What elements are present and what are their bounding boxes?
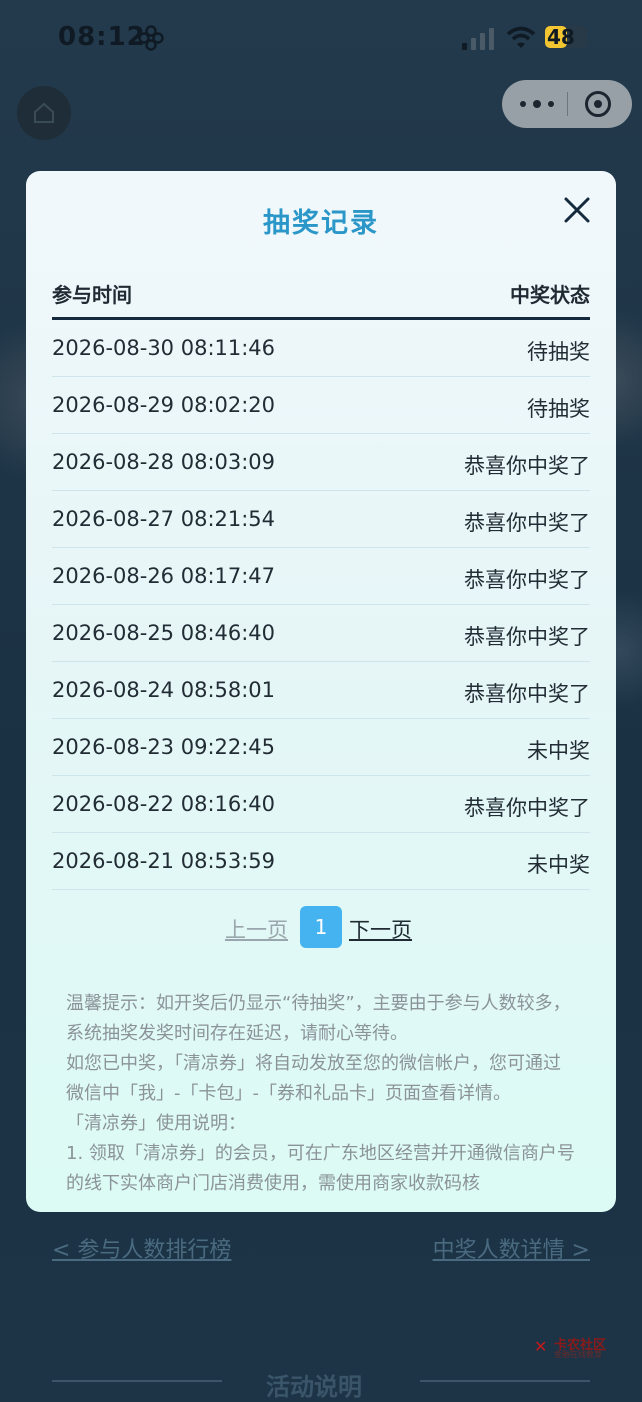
divider-left	[52, 1380, 222, 1382]
signal-icon	[462, 28, 494, 50]
next-page-button[interactable]: 下一页	[349, 914, 412, 944]
row-status: 恭喜你中奖了	[464, 511, 590, 535]
row-status: 恭喜你中奖了	[464, 625, 590, 649]
record-list: 2026-08-30 08:11:46 待抽奖 2026-08-29 08:02:…	[52, 320, 590, 890]
tip-paragraph: 1. 领取「清凉券」的会员，可在广东地区经营并开通微信商户号的线下实体商户门店消…	[66, 1143, 575, 1194]
table-row: 2026-08-23 09:22:45 未中奖	[52, 719, 590, 776]
battery-level: 48	[547, 25, 575, 49]
row-time: 2026-08-24 08:58:01	[52, 678, 276, 702]
row-status: 恭喜你中奖了	[464, 682, 590, 706]
home-icon	[34, 102, 54, 123]
row-status: 恭喜你中奖了	[464, 568, 590, 592]
row-time: 2026-08-29 08:02:20	[52, 393, 276, 417]
winners-detail-link[interactable]: 中奖人数详情 >	[433, 1232, 590, 1264]
wifi-icon	[506, 26, 536, 48]
home-button[interactable]	[17, 86, 71, 140]
row-time: 2026-08-23 09:22:45	[52, 735, 276, 759]
column-header-status: 中奖状态	[510, 283, 590, 307]
row-time: 2026-08-28 08:03:09	[52, 450, 276, 474]
row-status: 待抽奖	[527, 340, 590, 364]
row-time: 2026-08-30 08:11:46	[52, 336, 276, 360]
divider-right	[420, 1380, 590, 1382]
table-row: 2026-08-22 08:16:40 恭喜你中奖了	[52, 776, 590, 833]
row-status: 恭喜你中奖了	[464, 454, 590, 478]
battery-icon: 48	[545, 24, 591, 52]
tip-paragraph: 如您已中奖，「清凉券」将自动发放至您的微信帐户，您可通过微信中「我」-「卡包」-…	[66, 1053, 561, 1104]
tips-text: 温馨提示：如开奖后仍显示“待抽奖”，主要由于参与人数较多，系统抽奖发奖时间存在延…	[66, 989, 578, 1199]
ranking-link[interactable]: < 参与人数排行榜	[52, 1232, 231, 1264]
table-row: 2026-08-30 08:11:46 待抽奖	[52, 320, 590, 377]
status-time: 08:12	[58, 22, 146, 52]
row-status: 恭喜你中奖了	[464, 796, 590, 820]
tip-paragraph: 温馨提示：如开奖后仍显示“待抽奖”，主要由于参与人数较多，系统抽奖发奖时间存在延…	[66, 993, 571, 1044]
table-row: 2026-08-21 08:53:59 未中奖	[52, 833, 590, 890]
table-row: 2026-08-24 08:58:01 恭喜你中奖了	[52, 662, 590, 719]
modal-title: 抽奖记录	[263, 208, 379, 239]
row-status: 未中奖	[527, 739, 590, 763]
status-bar: 08:12 48	[0, 0, 642, 80]
flower-icon	[138, 25, 164, 51]
lottery-record-modal: 抽奖记录 参与时间 中奖状态 2026-08-30 08:11:46 待抽奖 20…	[26, 171, 616, 1212]
table-row: 2026-08-29 08:02:20 待抽奖	[52, 377, 590, 434]
current-page-button[interactable]: 1	[300, 906, 342, 948]
close-icon[interactable]	[562, 195, 592, 225]
table-row: 2026-08-26 08:17:47 恭喜你中奖了	[52, 548, 590, 605]
prev-page-button[interactable]: 上一页	[225, 914, 288, 944]
section-title: 活动说明	[266, 1373, 362, 1401]
table-row: 2026-08-27 08:21:54 恭喜你中奖了	[52, 491, 590, 548]
table-row: 2026-08-28 08:03:09 恭喜你中奖了	[52, 434, 590, 491]
row-time: 2026-08-27 08:21:54	[52, 507, 276, 531]
pagination: 上一页 1 下一页	[26, 906, 616, 950]
row-time: 2026-08-26 08:17:47	[52, 564, 276, 588]
more-icon[interactable]	[518, 94, 554, 114]
tip-paragraph: 「清凉券」使用说明：	[66, 1113, 246, 1134]
row-status: 待抽奖	[527, 397, 590, 421]
close-miniprogram-icon[interactable]	[585, 91, 611, 117]
miniprogram-capsule	[502, 80, 632, 128]
row-time: 2026-08-21 08:53:59	[52, 849, 276, 873]
row-status: 未中奖	[527, 853, 590, 877]
column-header-time: 参与时间	[52, 283, 132, 307]
row-time: 2026-08-25 08:46:40	[52, 621, 276, 645]
watermark-logo: ✕ 卡农社区 金融在线教育	[534, 1337, 607, 1359]
capsule-divider	[567, 92, 568, 116]
table-row: 2026-08-25 08:46:40 恭喜你中奖了	[52, 605, 590, 662]
row-time: 2026-08-22 08:16:40	[52, 792, 276, 816]
